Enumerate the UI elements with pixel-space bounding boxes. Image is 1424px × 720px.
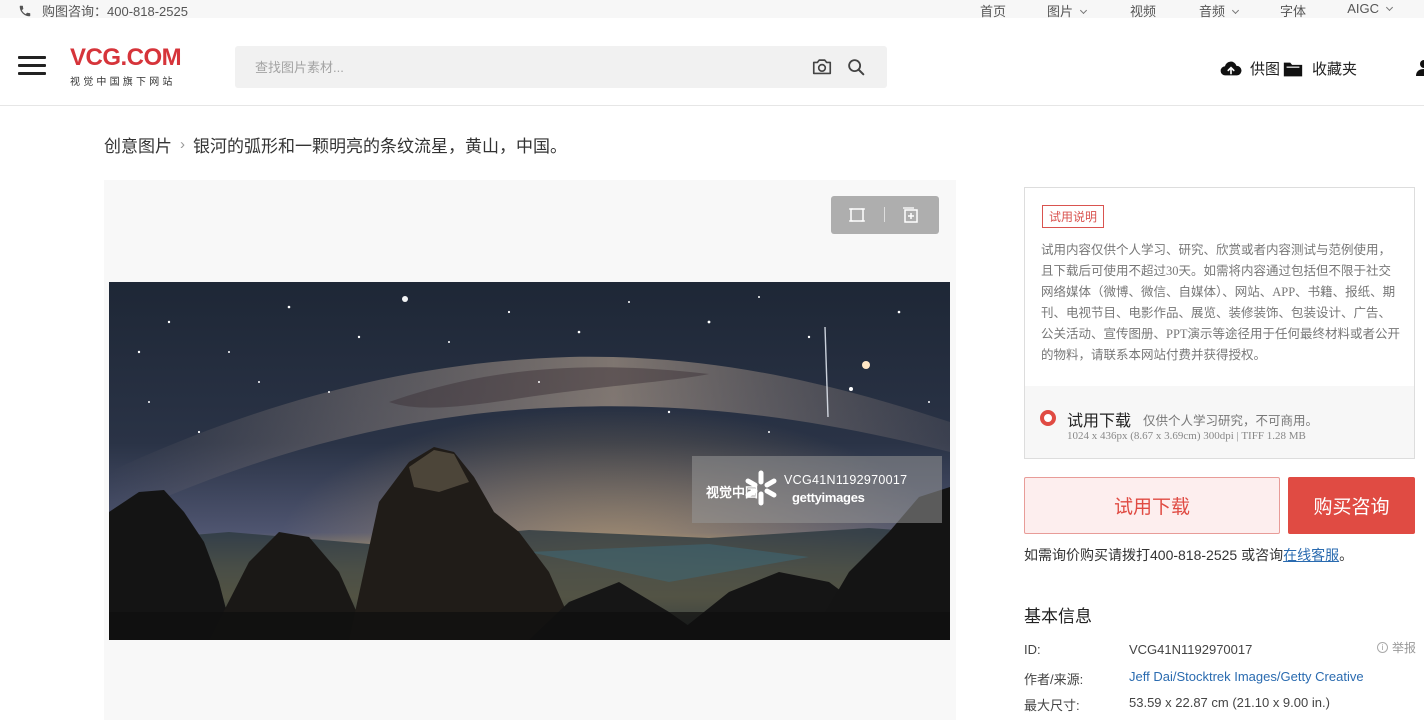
trial-panel: 试用说明 试用内容仅供个人学习、研究、欣赏或者内容测试与范例使用，且下载后可使用… xyxy=(1024,187,1415,459)
phone-contact: 购图咨询：400-818-2525 xyxy=(18,1,188,20)
vcg-asterisk-logo-icon xyxy=(745,470,777,506)
chevron-down-icon xyxy=(1385,3,1394,12)
chevron-down-icon xyxy=(1079,6,1088,15)
supply-label: 供图 xyxy=(1250,61,1281,78)
search-bar xyxy=(235,46,887,88)
trial-tag: 试用说明 xyxy=(1042,205,1105,228)
breadcrumb-root[interactable]: 创意图片 xyxy=(104,132,172,157)
trial-radio[interactable] xyxy=(1040,410,1056,426)
user-icon[interactable] xyxy=(1414,58,1424,78)
consult-text: 如需询价购买请拨打400-818-2525 或咨询在线客服。 xyxy=(1024,545,1353,565)
search-input[interactable] xyxy=(255,57,775,77)
watermark-getty: gettyimages xyxy=(792,490,865,505)
trial-option[interactable]: 试用下载 仅供个人学习研究，不可商用。 1024 x 436px (8.67 x… xyxy=(1025,386,1414,458)
consult-end: 。 xyxy=(1339,547,1354,563)
info-key: 最大尺寸: xyxy=(1024,698,1080,713)
online-service-link[interactable]: 在线客服 xyxy=(1283,547,1339,563)
breadcrumb: 创意图片 › 银河的弧形和一颗明亮的条纹流星，黄山，中国。 xyxy=(104,132,567,157)
phone-label: 购图咨询：400-818-2525 xyxy=(42,4,188,19)
hamburger-menu-icon[interactable] xyxy=(18,56,46,76)
vcg-logo[interactable]: VCG.COM 视觉中国旗下网站 xyxy=(70,44,190,89)
fit-screen-icon[interactable] xyxy=(847,205,867,225)
folder-icon xyxy=(1283,62,1303,76)
consult-prefix: 如需询价购买请拨打400-818-2525 或咨询 xyxy=(1024,547,1284,563)
breadcrumb-current: 银河的弧形和一颗明亮的条纹流星，黄山，中国。 xyxy=(193,137,567,156)
search-icon[interactable] xyxy=(845,56,867,78)
report-button[interactable]: i 举报 xyxy=(1376,639,1416,656)
info-key: ID: xyxy=(1024,642,1041,657)
nav-audio[interactable]: 音频 xyxy=(1199,1,1240,20)
cloud-upload-icon xyxy=(1220,61,1242,75)
chevron-down-icon xyxy=(1231,6,1240,15)
phone-icon xyxy=(19,5,31,16)
favorites-button[interactable]: 收藏夹 xyxy=(1282,58,1357,79)
info-row-id: ID: VCG41N1192970017 i 举报 xyxy=(1024,639,1416,660)
breadcrumb-separator-icon: › xyxy=(180,136,185,153)
buy-consult-button[interactable]: 购买咨询 xyxy=(1288,477,1415,534)
utility-bar: 购图咨询：400-818-2525 首页 图片 视频 音频 字体 AIGC xyxy=(0,0,1424,20)
info-row-author: 作者/来源: Jeff Dai/Stocktrek Images/Getty C… xyxy=(1024,669,1416,687)
trial-description: 试用内容仅供个人学习、研究、欣赏或者内容测试与范例使用，且下载后可使用不超过30… xyxy=(1041,243,1401,362)
trial-option-note: 仅供个人学习研究，不可商用。 xyxy=(1143,414,1319,428)
trial-download-button[interactable]: 试用下载 xyxy=(1024,477,1280,534)
logo-text: VCG.COM xyxy=(70,44,182,71)
watermark-id: VCG41N1192970017 xyxy=(784,473,908,487)
nav-home[interactable]: 首页 xyxy=(980,1,1006,20)
watermark: 视觉中国 VCG41N1192970017 gettyimages xyxy=(692,456,942,523)
preview-toolbar xyxy=(831,196,939,234)
trial-option-name: 试用下载 xyxy=(1067,413,1132,430)
info-circle-icon: i xyxy=(1376,642,1388,653)
logo-subtitle: 视觉中国旗下网站 xyxy=(70,77,176,88)
basic-info-title: 基本信息 xyxy=(1024,607,1092,626)
site-header: VCG.COM 视觉中国旗下网站 供图 收藏夹 xyxy=(0,28,1424,106)
add-to-collection-icon[interactable] xyxy=(900,205,920,225)
info-row-size: 最大尺寸: 53.59 x 22.87 cm (21.10 x 9.00 in.… xyxy=(1024,695,1416,713)
info-value: VCG41N1192970017 xyxy=(1129,642,1253,657)
image-preview: 视觉中国 VCG41N1192970017 gettyimages xyxy=(104,180,956,720)
camera-search-icon[interactable] xyxy=(811,56,833,78)
supply-button[interactable]: 供图 xyxy=(1220,58,1280,79)
nav-aigc[interactable]: AIGC xyxy=(1347,1,1394,16)
toolbar-divider xyxy=(884,207,885,222)
info-key: 作者/来源: xyxy=(1024,672,1084,687)
report-label: 举报 xyxy=(1391,641,1416,655)
favorites-label: 收藏夹 xyxy=(1312,61,1358,78)
info-value: 53.59 x 22.87 cm (21.10 x 9.00 in.) xyxy=(1129,695,1330,710)
author-link[interactable]: Jeff Dai/Stocktrek Images/Getty Creative xyxy=(1129,669,1364,684)
trial-option-spec: 1024 x 436px (8.67 x 3.69cm) 300dpi | TI… xyxy=(1067,430,1306,442)
nav-fonts[interactable]: 字体 xyxy=(1280,1,1306,20)
nav-video[interactable]: 视频 xyxy=(1130,1,1156,20)
nav-images[interactable]: 图片 xyxy=(1047,1,1088,20)
